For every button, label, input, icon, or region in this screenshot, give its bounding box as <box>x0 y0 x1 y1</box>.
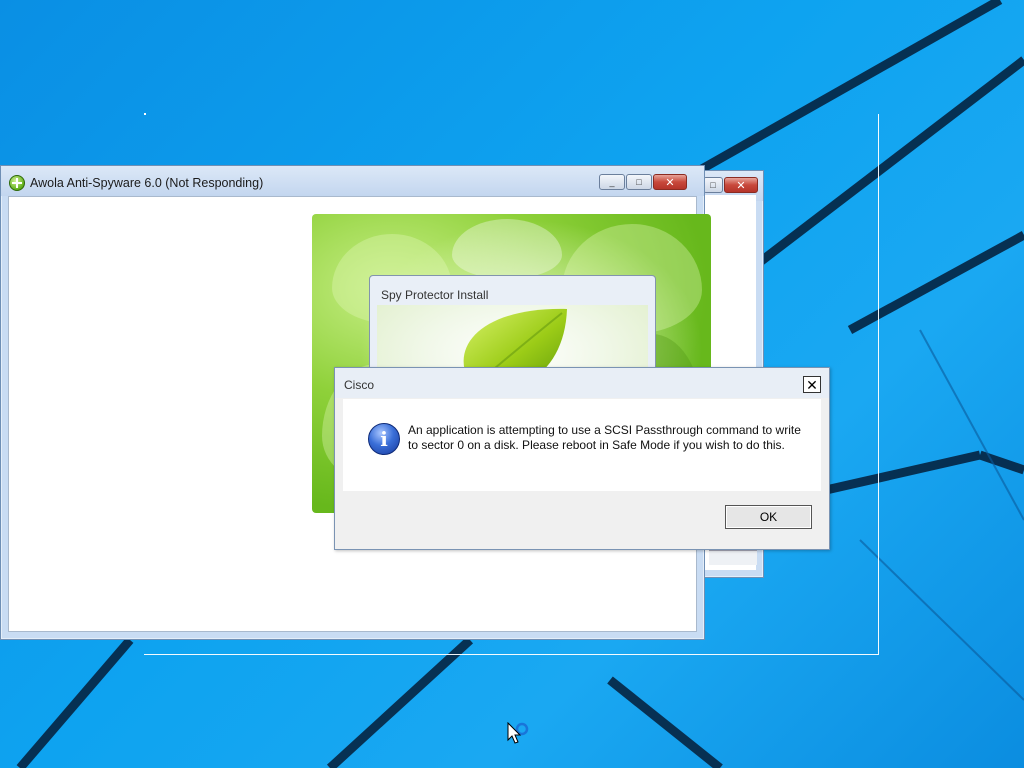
background-window-caption-buttons: □ ✕ <box>703 177 758 193</box>
awola-caption-buttons: _ □ ✕ <box>599 174 687 190</box>
info-icon-glyph: i <box>380 427 388 451</box>
maximize-icon: □ <box>636 177 642 187</box>
close-button[interactable]: ✕ <box>653 174 687 190</box>
awola-app-icon <box>9 175 25 191</box>
cisco-close-button[interactable]: ✕ <box>803 376 821 393</box>
maximize-button[interactable]: □ <box>703 177 723 193</box>
maximize-button[interactable]: □ <box>626 174 652 190</box>
close-icon: ✕ <box>665 176 675 189</box>
cisco-titlebar[interactable]: Cisco ✕ <box>335 368 829 398</box>
cisco-dialog-title: Cisco <box>344 378 375 392</box>
close-icon: ✕ <box>736 179 746 192</box>
spy-protector-title: Spy Protector Install <box>381 288 489 302</box>
minimize-button[interactable]: _ <box>599 174 625 190</box>
ok-button[interactable]: OK <box>725 505 812 529</box>
ok-button-label: OK <box>759 510 778 524</box>
minimize-icon: _ <box>609 177 615 187</box>
cisco-message-text: An application is attempting to use a SC… <box>408 423 801 452</box>
close-button[interactable]: ✕ <box>724 177 758 193</box>
background-window-status-area <box>709 550 757 565</box>
close-icon: ✕ <box>806 376 818 393</box>
awola-window-title: Awola Anti-Spyware 6.0 (Not Responding) <box>30 176 264 190</box>
maximize-icon: □ <box>710 180 716 190</box>
busy-cursor-icon <box>507 722 529 744</box>
info-icon: i <box>368 423 400 455</box>
selection-corner <box>144 113 146 115</box>
cisco-message-panel: i An application is attempting to use a … <box>343 399 821 491</box>
cisco-dialog[interactable]: Cisco ✕ i An application is attempting t… <box>334 367 830 550</box>
